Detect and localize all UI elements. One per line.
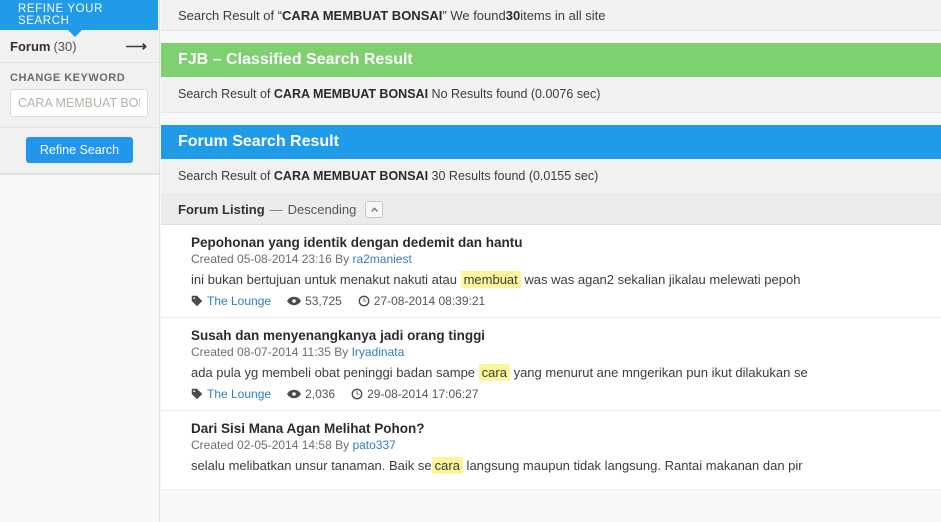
list-item[interactable]: Pepohonan yang identik dengan dedemit da… — [161, 225, 941, 318]
summary-suffix: items in all site — [520, 7, 606, 23]
refine-your-search-tab[interactable]: REFINE YOUR SEARCH — [0, 0, 158, 37]
summary-count: 30 — [505, 7, 521, 23]
summary-prefix: Search Result of “ — [178, 7, 283, 23]
result-author[interactable]: Iryadinata — [352, 345, 405, 359]
arrow-right-icon: ⟶ — [125, 37, 147, 55]
spacer-mid — [161, 113, 941, 125]
snippet-before: ada pula yg membeli obat peninggi badan … — [191, 365, 479, 380]
snippet-highlight: membuat — [460, 271, 521, 288]
fjb-section-body: Search Result of CARA MEMBUAT BONSAI No … — [161, 77, 941, 113]
result-title[interactable]: Dari Sisi Mana Agan Melihat Pohon? — [191, 421, 927, 436]
result-snippet: selalu melibatkan unsur tanaman. Baik se… — [191, 457, 927, 474]
sidebar-item-forum-count: (30) — [53, 38, 77, 54]
result-snippet: ini bukan bertujuan untuk menakut nakuti… — [191, 271, 927, 288]
fjb-section-header: FJB – Classified Search Result — [161, 43, 941, 77]
result-created-prefix: Created 05-08-2014 23:16 By — [191, 252, 353, 266]
tag-icon — [191, 295, 203, 307]
result-category-label[interactable]: The Lounge — [207, 387, 271, 401]
listing-dash: — — [269, 202, 283, 217]
fjb-section-title: FJB – Classified Search Result — [178, 51, 413, 68]
forum-body-prefix: Search Result of — [178, 169, 274, 183]
forum-listing-title: Forum Listing — [178, 202, 265, 217]
snippet-highlight: cara — [431, 457, 463, 474]
clock-icon — [351, 388, 363, 400]
eye-icon — [287, 389, 301, 399]
summary-middle: ” We found — [442, 7, 506, 23]
spacer-top — [161, 31, 941, 43]
main-content: Search Result of “CARA MEMBUAT BONSAI” W… — [161, 0, 941, 522]
result-snippet: ada pula yg membeli obat peninggi badan … — [191, 364, 927, 381]
result-timestamp: 29-08-2014 17:06:27 — [351, 387, 479, 401]
sidebar-item-forum-label: Forum — [10, 38, 51, 54]
result-timestamp-label: 27-08-2014 08:39:21 — [373, 294, 486, 308]
result-created: Created 05-08-2014 23:16 By ra2maniest — [191, 252, 927, 266]
forum-results-list: Pepohonan yang identik dengan dedemit da… — [161, 225, 941, 490]
list-item[interactable]: Susah dan menyenangkanya jadi orang ting… — [161, 318, 941, 411]
forum-section-header: Forum Search Result — [161, 125, 941, 159]
snippet-after: langsung maupun tidak langsung. Rantai m… — [462, 458, 803, 473]
search-summary-bar: Search Result of “CARA MEMBUAT BONSAI” W… — [161, 0, 941, 31]
forum-section-title: Forum Search Result — [178, 133, 339, 150]
forum-section-body: Search Result of CARA MEMBUAT BONSAI 30 … — [161, 159, 941, 195]
fjb-body-query: CARA MEMBUAT BONSAI — [273, 87, 429, 101]
result-author[interactable]: pato337 — [352, 438, 395, 452]
snippet-before: ini bukan bertujuan untuk menakut nakuti… — [191, 272, 461, 287]
result-views-count: 53,725 — [305, 294, 342, 308]
result-timestamp: 27-08-2014 08:39:21 — [358, 294, 485, 308]
snippet-before: selalu melibatkan unsur tanaman. Baik se — [191, 458, 432, 473]
result-views: 2,036 — [287, 387, 335, 401]
refine-search-button[interactable]: Refine Search — [25, 137, 134, 163]
result-category[interactable]: The Lounge — [191, 387, 271, 401]
result-created: Created 08-07-2014 11:35 By Iryadinata — [191, 345, 927, 359]
refine-tab-label: REFINE YOUR SEARCH — [18, 3, 103, 27]
result-category[interactable]: The Lounge — [191, 294, 271, 308]
tag-icon — [191, 388, 203, 400]
change-keyword-label: CHANGE KEYWORD — [0, 63, 159, 89]
result-created-prefix: Created 08-07-2014 11:35 By — [191, 345, 352, 359]
forum-body-suffix: 30 Results found (0.0155 sec) — [428, 169, 599, 183]
result-meta: The Lounge 2,036 29-08-2014 17:06:27 — [191, 387, 927, 401]
fjb-body-prefix: Search Result of — [178, 87, 274, 101]
result-meta: The Lounge 53,725 27-08-2014 08:39:21 — [191, 294, 927, 308]
chevron-up-icon[interactable] — [365, 201, 384, 218]
snippet-after: was was agan2 sekalian jikalau melewati … — [520, 272, 801, 287]
search-results-page: REFINE YOUR SEARCH Forum (30) ⟶ CHANGE K… — [0, 0, 941, 522]
eye-icon — [287, 296, 301, 306]
summary-query: CARA MEMBUAT BONSAI — [282, 7, 443, 23]
result-title[interactable]: Susah dan menyenangkanya jadi orang ting… — [191, 328, 927, 343]
refine-search-sidebar: REFINE YOUR SEARCH Forum (30) ⟶ CHANGE K… — [0, 0, 160, 522]
result-created: Created 02-05-2014 14:58 By pato337 — [191, 438, 927, 452]
fjb-body-suffix: No Results found (0.0076 sec) — [428, 87, 601, 101]
result-title[interactable]: Pepohonan yang identik dengan dedemit da… — [191, 235, 927, 250]
tab-caret-icon — [68, 30, 82, 37]
sidebar-panel: Forum (30) ⟶ CHANGE KEYWORD Refine Searc… — [0, 30, 159, 175]
clock-icon — [358, 295, 370, 307]
result-author[interactable]: ra2maniest — [352, 252, 411, 266]
sort-direction-label: Descending — [287, 202, 357, 217]
result-views: 53,725 — [287, 294, 342, 308]
forum-listing-bar: Forum Listing — Descending — [161, 195, 941, 225]
result-created-prefix: Created 02-05-2014 14:58 By — [191, 438, 353, 452]
forum-body-query: CARA MEMBUAT BONSAI — [273, 169, 429, 183]
keyword-input[interactable] — [10, 89, 148, 117]
list-item[interactable]: Dari Sisi Mana Agan Melihat Pohon? Creat… — [161, 411, 941, 490]
keyword-field-wrapper — [0, 89, 159, 128]
snippet-after: yang menurut ane mngerikan pun ikut dila… — [509, 365, 808, 380]
result-category-label[interactable]: The Lounge — [207, 294, 271, 308]
result-timestamp-label: 29-08-2014 17:06:27 — [367, 387, 479, 401]
snippet-highlight: cara — [478, 364, 510, 381]
refine-button-wrapper: Refine Search — [0, 128, 159, 174]
result-views-count: 2,036 — [305, 387, 336, 401]
